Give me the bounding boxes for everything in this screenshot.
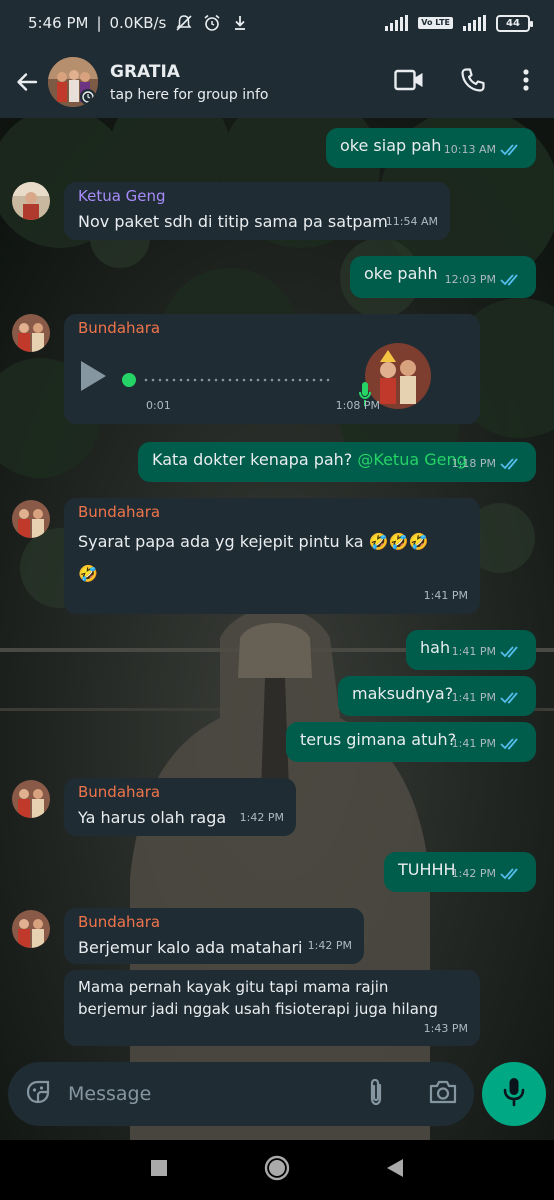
mention-link[interactable]: @Ketua Geng [357, 450, 466, 469]
camera-icon[interactable] [428, 1079, 458, 1109]
status-speed: 0.0KB/s [109, 14, 167, 32]
home-icon[interactable] [264, 1155, 290, 1185]
read-receipt-icon [500, 692, 518, 704]
voice-waveform[interactable] [120, 370, 350, 390]
message-outgoing[interactable]: Kata dokter kenapa pah? @Ketua Geng 1:18… [138, 442, 536, 482]
mic-button[interactable] [482, 1062, 546, 1126]
message-incoming[interactable]: Bundahara Ya harus olah raga 1:42 PM [64, 778, 296, 836]
system-nav-bar [0, 1140, 554, 1200]
avatar-bundahara[interactable] [12, 314, 50, 352]
message-incoming[interactable]: Bundahara Berjemur kalo ada matahari 1:4… [64, 908, 364, 964]
voice-message[interactable]: Bundahara 0:01 1:08 PM [64, 314, 480, 424]
more-options-icon[interactable] [522, 68, 530, 96]
message-outgoing[interactable]: TUHHH 1:42 PM [384, 852, 536, 892]
read-receipt-icon [500, 738, 518, 750]
battery-level: 44 [506, 17, 520, 29]
status-bar: 5:46 PM | 0.0KB/s Vo LTE 44 [0, 0, 554, 46]
attach-icon[interactable] [364, 1077, 388, 1111]
read-receipt-icon [500, 868, 518, 880]
message-incoming[interactable]: Ketua Geng Nov paket sdh di titip sama p… [64, 182, 450, 240]
group-info[interactable]: GRATIA tap here for group info [110, 62, 268, 103]
message-placeholder: Message [68, 1083, 152, 1105]
sender-name: Bundahara [78, 913, 161, 931]
avatar-bundahara[interactable] [12, 910, 50, 948]
message-incoming[interactable]: Mama pernah kayak gitu tapi mama rajin b… [64, 970, 480, 1046]
mute-icon [174, 13, 194, 33]
message-outgoing[interactable]: hah 1:41 PM [406, 630, 536, 670]
chat-area[interactable]: oke siap pah 10:13 AM Ketua Geng Nov pak… [0, 118, 554, 1140]
sticker-icon[interactable] [24, 1078, 52, 1110]
message-input[interactable]: Message [8, 1062, 474, 1126]
recents-icon[interactable] [150, 1159, 168, 1181]
group-title: GRATIA [110, 61, 180, 82]
sender-name: Bundahara [78, 503, 161, 521]
back-arrow-icon[interactable] [12, 67, 42, 97]
sender-name: Bundahara [78, 783, 161, 801]
read-receipt-icon [500, 144, 518, 156]
avatar-bundahara[interactable] [12, 500, 50, 538]
volte-badge: Vo LTE [418, 17, 453, 29]
read-receipt-icon [500, 458, 518, 470]
group-avatar[interactable] [48, 57, 98, 107]
avatar-bundahara[interactable] [12, 780, 50, 818]
message-outgoing[interactable]: maksudnya? 1:41 PM [338, 676, 536, 716]
video-call-icon[interactable] [394, 68, 424, 96]
message-incoming[interactable]: Bundahara Syarat papa ada yg kejepit pin… [64, 498, 480, 614]
group-subtitle: tap here for group info [110, 86, 269, 103]
message-outgoing[interactable]: oke pahh 12:03 PM [350, 256, 536, 298]
download-icon [230, 13, 250, 33]
message-outgoing[interactable]: oke siap pah 10:13 AM [326, 128, 536, 168]
voice-duration: 0:01 [146, 399, 171, 412]
alarm-icon [202, 13, 222, 33]
voice-call-icon[interactable] [460, 67, 486, 97]
back-nav-icon[interactable] [386, 1158, 404, 1182]
read-receipt-icon [500, 646, 518, 658]
battery-icon: 44 [496, 14, 533, 32]
signal-4g-icon [463, 15, 486, 31]
mic-icon [503, 1077, 525, 1111]
status-time: 5:46 PM [28, 14, 89, 32]
sender-name: Bundahara [78, 319, 161, 337]
signal-icon [385, 15, 409, 31]
chat-header: GRATIA tap here for group info [0, 46, 554, 118]
sender-name: Ketua Geng [78, 187, 166, 205]
play-icon[interactable] [78, 359, 108, 400]
read-receipt-icon [500, 274, 518, 286]
message-outgoing[interactable]: terus gimana atuh? 1:41 PM [286, 722, 536, 762]
message-composer: Message [0, 1062, 554, 1132]
avatar-ketua-geng[interactable] [12, 182, 50, 220]
